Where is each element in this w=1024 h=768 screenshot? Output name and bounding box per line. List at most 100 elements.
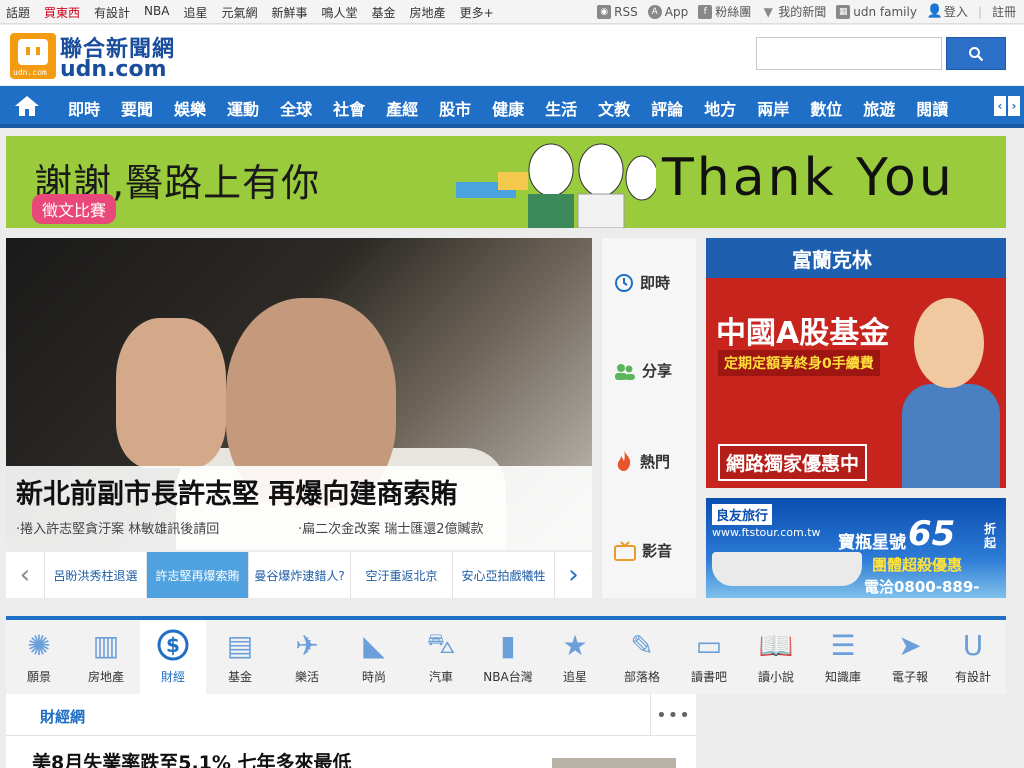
more-button[interactable]: ••• (650, 694, 696, 736)
channel-realestate[interactable]: ▥ 房地產 (73, 620, 139, 694)
nav-item-industry[interactable]: 產經 (386, 96, 418, 120)
side-item-share[interactable]: 分享 (614, 360, 672, 381)
channel-novel[interactable]: 📖 讀小說 (743, 620, 809, 694)
slider-item[interactable]: 呂盼洪秀柱退選 (44, 552, 146, 598)
nav-item-global[interactable]: 全球 (280, 96, 312, 120)
tv-icon (614, 540, 636, 561)
channel-design[interactable]: U 有設計 (940, 620, 1006, 694)
finance-title[interactable]: 財經網 (40, 706, 85, 727)
nav-item-society[interactable]: 社會 (333, 96, 365, 120)
channel-fashion[interactable]: ◣ 時尚 (341, 620, 407, 694)
nav-item-stocks[interactable]: 股市 (439, 96, 471, 120)
search-button[interactable] (946, 37, 1006, 70)
search-input[interactable] (756, 37, 942, 70)
top-right-links: ◉ RSS A App f 粉絲團 ▼ 我的新聞 ▦ udn family 👤 登入 | 註… (597, 3, 1016, 20)
top-link-topic[interactable]: 話題 (6, 4, 30, 21)
slider-prev-button[interactable]: ‹ (6, 552, 44, 598)
ad2-title: 寶瓶星號 (838, 533, 906, 553)
channel-star[interactable]: ★ 追星 (542, 620, 608, 694)
side-menu: 即時 分享 熱門 影音 (602, 238, 696, 598)
top-link-realestate[interactable]: 房地產 (410, 4, 446, 21)
nav-item-education[interactable]: 文教 (598, 96, 630, 120)
channel-blog[interactable]: ✎ 部落格 (609, 620, 675, 694)
channel-fund[interactable]: ▤ 基金 (207, 620, 273, 694)
nav-item-life[interactable]: 生活 (545, 96, 577, 120)
slider-item-active[interactable]: 許志堅再爆索賄 (146, 552, 248, 598)
channel-auto[interactable]: ⛍ 汽車 (408, 620, 474, 694)
nav-item-cross-strait[interactable]: 兩岸 (757, 96, 789, 120)
udn-logo-icon[interactable]: udn.com (10, 33, 56, 79)
channel-label: 樂活 (294, 670, 319, 684)
nav-item-local[interactable]: 地方 (704, 96, 736, 120)
top-link-more[interactable]: 更多+ (460, 4, 494, 21)
channel-book-bar[interactable]: ▭ 讀書吧 (676, 620, 742, 694)
hero-photo-hand (116, 318, 226, 468)
ad2-ship-image (712, 552, 862, 586)
finance-headline[interactable]: 美8月失業率跌至5.1% 七年多來最低 (32, 748, 352, 768)
rss-link[interactable]: ◉ RSS (597, 4, 638, 19)
channel-finance[interactable]: $ 財經 (140, 620, 206, 694)
top-link-fresh[interactable]: 新鮮事 (272, 4, 308, 21)
slider-next-button[interactable]: › (554, 552, 592, 598)
my-news-link[interactable]: ▼ 我的新聞 (761, 3, 827, 20)
fanpage-link[interactable]: f 粉絲團 (698, 3, 751, 20)
top-link-nba[interactable]: NBA (144, 4, 169, 21)
channel-label: 追星 (562, 670, 587, 684)
promo-banner[interactable]: 謝謝,醫路上有你 徵文比賽 Thank You (6, 136, 1006, 228)
hero-sublink-1[interactable]: ·捲入許志堅貪汙案 林敏雄訊後請回 (16, 518, 219, 537)
channel-label: 讀書吧 (690, 670, 727, 684)
channel-nba[interactable]: ▮ NBA台灣 (475, 620, 541, 694)
banner-tag: 徵文比賽 (32, 194, 117, 224)
home-button[interactable] (14, 95, 40, 117)
rss-icon: ◉ (597, 4, 612, 19)
ad-cta: 網路獨家優惠中 (718, 444, 868, 481)
pencil-icon: ✎ (630, 628, 654, 662)
nav-item-digital[interactable]: 數位 (810, 96, 842, 120)
top-link-shopping[interactable]: 買東西 (44, 4, 80, 21)
channel-knowledge[interactable]: ☰ 知識庫 (810, 620, 876, 694)
story-slider: ‹ 呂盼洪秀柱退選 許志堅再爆索賄 曼谷爆炸逮錯人? 空汙重返北京 安心亞拍戲犧… (6, 552, 592, 598)
paper-plane-icon: ➤ (898, 628, 922, 662)
login-link[interactable]: 👤 登入 (927, 3, 968, 20)
nav-prev-button[interactable]: ‹ (994, 96, 1006, 116)
side-item-video[interactable]: 影音 (614, 540, 672, 561)
side-item-hot[interactable]: 熱門 (614, 450, 670, 472)
side-item-realtime[interactable]: 即時 (614, 272, 670, 293)
channel-label: 基金 (227, 670, 252, 684)
nav-item-commentary[interactable]: 評論 (651, 96, 683, 120)
slider-item[interactable]: 空汙重返北京 (350, 552, 452, 598)
nav-item-sports[interactable]: 運動 (227, 96, 259, 120)
fire-icon (617, 451, 631, 471)
hero-sublink-2[interactable]: ·扁二次金改案 瑞士匯還2億贓款 (298, 518, 484, 537)
top-link-health[interactable]: 元氣網 (221, 4, 257, 21)
nav-item-headlines[interactable]: 要聞 (121, 96, 153, 120)
nav-item-entertainment[interactable]: 娛樂 (174, 96, 206, 120)
hero-story[interactable]: 新北前副市長許志堅 再爆向建商索賄 ·捲入許志堅貪汙案 林敏雄訊後請回 ·扁二次… (6, 238, 592, 550)
finance-thumbnail[interactable] (552, 758, 676, 768)
travel-ad[interactable]: 良友旅行 www.ftstour.com.tw 寶瓶星號 65 折起 團體超殺優… (706, 498, 1006, 598)
nav-item-travel[interactable]: 旅遊 (863, 96, 895, 120)
main-nav: 即時 要聞 娛樂 運動 全球 社會 產經 股市 健康 生活 文教 評論 地方 兩… (0, 86, 1024, 128)
my-news-label: 我的新聞 (778, 5, 827, 19)
logo-english[interactable]: udn.com (60, 57, 167, 82)
channel-vision[interactable]: ✺ 願景 (6, 620, 72, 694)
app-link[interactable]: A App (647, 4, 688, 19)
top-link-design[interactable]: 有設計 (94, 4, 130, 21)
nav-item-realtime[interactable]: 即時 (68, 96, 100, 120)
top-link-opinion[interactable]: 鳴人堂 (322, 4, 358, 21)
ad2-url: www.ftstour.com.tw (712, 526, 821, 539)
channel-newsletter[interactable]: ➤ 電子報 (877, 620, 943, 694)
top-link-fund[interactable]: 基金 (372, 4, 396, 21)
nav-item-reading[interactable]: 閱讀 (916, 96, 948, 120)
hero-headline[interactable]: 新北前副市長許志堅 再爆向建商索賄 (16, 472, 457, 511)
register-link[interactable]: 註冊 (992, 3, 1016, 20)
top-link-star[interactable]: 追星 (183, 4, 207, 21)
svg-text:$: $ (166, 633, 180, 657)
nav-item-health[interactable]: 健康 (492, 96, 524, 120)
fund-ad[interactable]: 富蘭克林 中國A股基金 定期定額享終身0手續費 網路獨家優惠中 (706, 238, 1006, 488)
slider-item[interactable]: 曼谷爆炸逮錯人? (248, 552, 350, 598)
channel-lohas[interactable]: ✈ 樂活 (274, 620, 340, 694)
nav-next-button[interactable]: › (1008, 96, 1020, 116)
udn-family-link[interactable]: ▦ udn family (836, 4, 917, 19)
slider-item[interactable]: 安心亞拍戲犧牲 (452, 552, 554, 598)
